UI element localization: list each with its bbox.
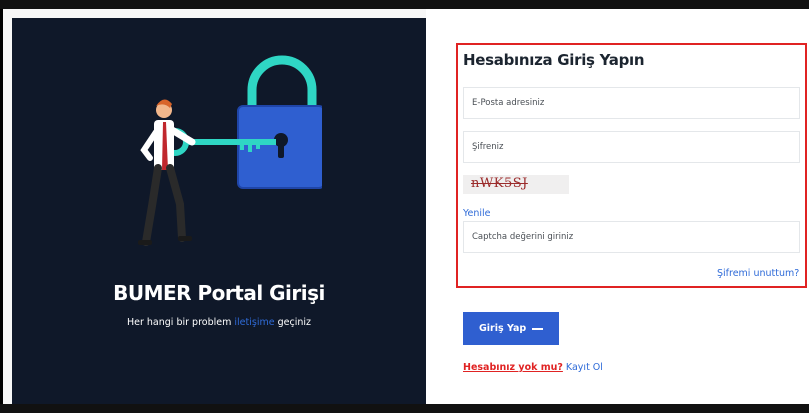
captcha-image: nWK5SJ <box>463 175 569 194</box>
welcome-panel: BUMER Portal Girişi Her hangi bir proble… <box>12 18 426 404</box>
bottom-border <box>0 404 809 413</box>
password-field[interactable] <box>464 132 799 162</box>
register-link[interactable]: Kayıt Ol <box>566 362 603 373</box>
email-field[interactable] <box>464 88 799 118</box>
login-button-label: Giriş Yap <box>479 323 527 334</box>
man-with-key-illustration <box>138 55 322 246</box>
help-text-after: geçiniz <box>274 317 311 328</box>
captcha-refresh-link[interactable]: Yenile <box>463 208 491 219</box>
signup-row: Hesabınız yok mu? Kayıt Ol <box>463 362 603 373</box>
captcha-field-wrapper <box>463 221 800 253</box>
contact-link[interactable]: iletişime <box>234 317 274 328</box>
email-field-wrapper <box>463 87 800 119</box>
help-text: Her hangi bir problem iletişime geçiniz <box>12 317 426 328</box>
portal-title: BUMER Portal Girişi <box>113 281 325 305</box>
help-text-before: Her hangi bir problem <box>127 317 235 328</box>
captcha-text: nWK5SJ <box>471 176 528 191</box>
login-title: Hesabınıza Giriş Yapın <box>463 51 645 69</box>
password-field-wrapper <box>463 131 800 163</box>
login-button[interactable]: Giriş Yap <box>463 312 559 345</box>
top-border <box>0 0 809 9</box>
forgot-password-link[interactable]: Şifremi unuttum? <box>717 268 799 279</box>
captcha-field[interactable] <box>464 222 799 252</box>
no-account-link[interactable]: Hesabınız yok mu? <box>463 362 563 373</box>
arrow-line-icon <box>532 328 543 330</box>
